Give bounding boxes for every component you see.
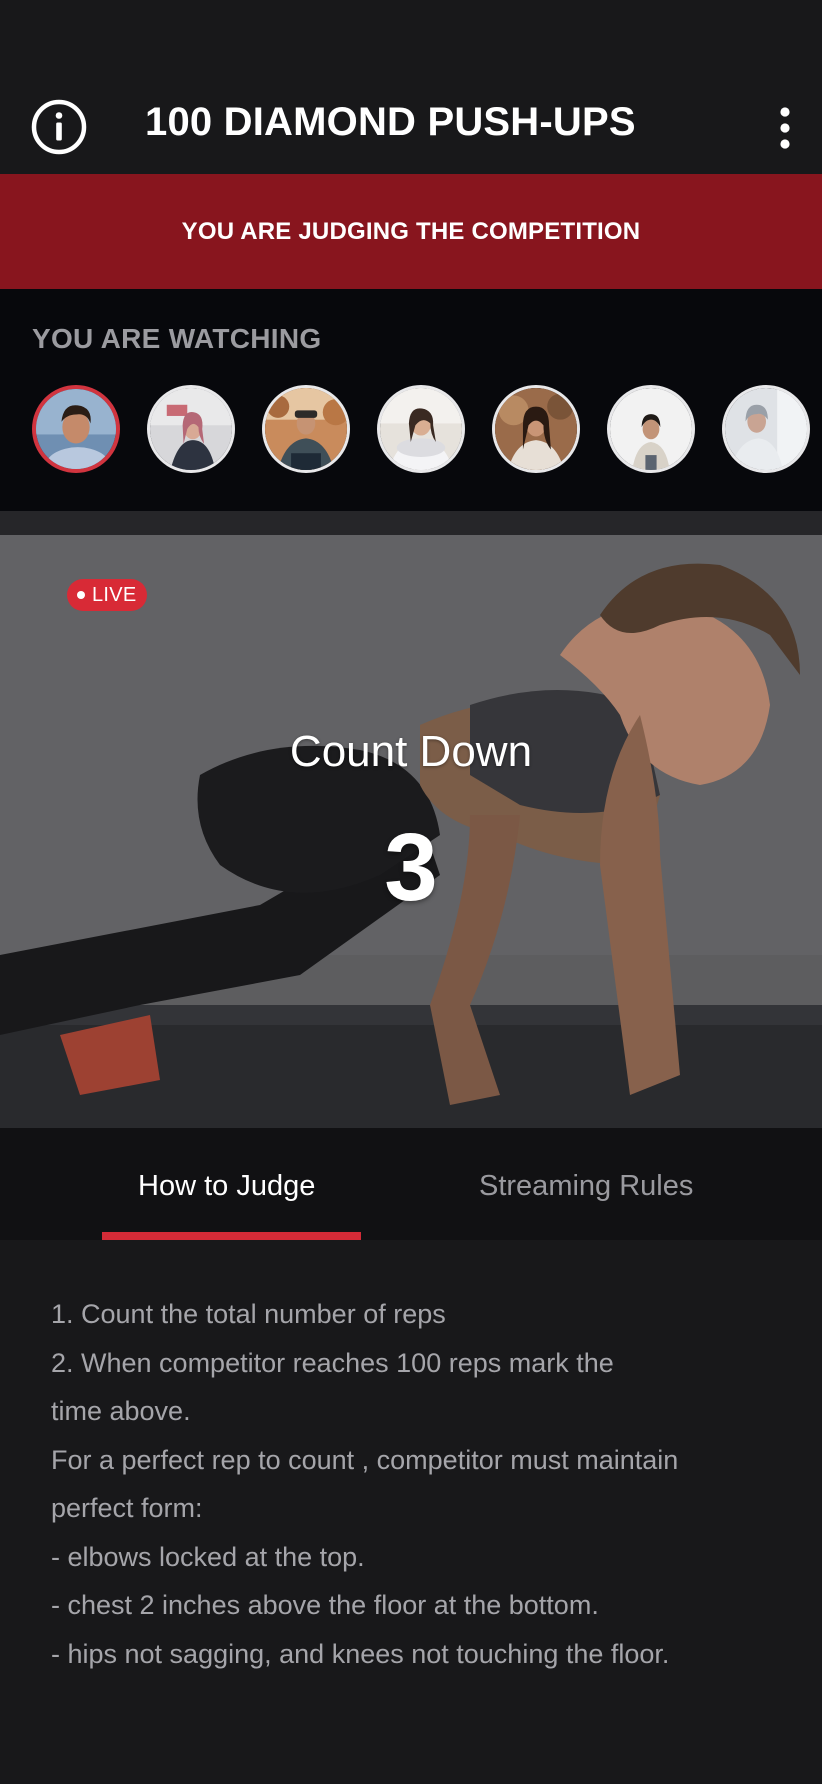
section-divider [0,511,822,535]
judging-banner: YOU ARE JUDGING THE COMPETITION [0,174,822,289]
avatar-competitor-6[interactable] [607,385,695,473]
judging-banner-text: YOU ARE JUDGING THE COMPETITION [181,217,641,245]
instruction-line: time above. [51,1396,191,1426]
instruction-line: - hips not sagging, and knees not touchi… [51,1638,670,1669]
avatar-competitor-1[interactable] [32,385,120,473]
avatar-competitor-5[interactable] [492,385,580,473]
instruction-line: For a perfect rep to count , competitor … [51,1444,679,1475]
live-dot-icon [77,591,85,599]
avatar-competitor-2[interactable] [147,385,235,473]
avatar-competitor-4[interactable] [377,385,465,473]
watching-section: YOU ARE WATCHING [0,289,822,511]
more-vertical-icon[interactable] [770,106,800,150]
instruction-line: - elbows locked at the top. [51,1541,365,1572]
judging-instructions: 1. Count the total number of reps 2. Whe… [0,1240,822,1784]
live-video[interactable]: LIVE Count Down 3 [0,535,822,1128]
instruction-line: - chest 2 inches above the floor at the … [51,1590,599,1620]
countdown-label: Count Down [289,727,533,776]
instruction-line: 1. Count the total number of reps [51,1299,446,1329]
instruction-line: perfect form: [51,1493,203,1523]
countdown-value: 3 [384,814,438,921]
app-header: 100 DIAMOND PUSH-UPS [0,70,822,174]
page-title: 100 DIAMOND PUSH-UPS [145,100,636,144]
competitor-avatar-list [32,385,810,473]
status-bar [0,0,822,70]
tab-bar: How to Judge Streaming Rules [0,1128,822,1240]
live-badge: LIVE [67,579,147,611]
tab-how-to-judge[interactable]: How to Judge [138,1170,315,1203]
instruction-line: 2. When competitor reaches 100 reps mark… [51,1347,614,1378]
active-tab-indicator [102,1232,361,1240]
info-icon[interactable] [30,98,88,156]
tab-streaming-rules[interactable]: Streaming Rules [479,1170,693,1203]
live-badge-label: LIVE [92,583,137,606]
avatar-competitor-7[interactable] [722,385,810,473]
avatar-competitor-3[interactable] [262,385,350,473]
watching-label: YOU ARE WATCHING [32,323,322,354]
